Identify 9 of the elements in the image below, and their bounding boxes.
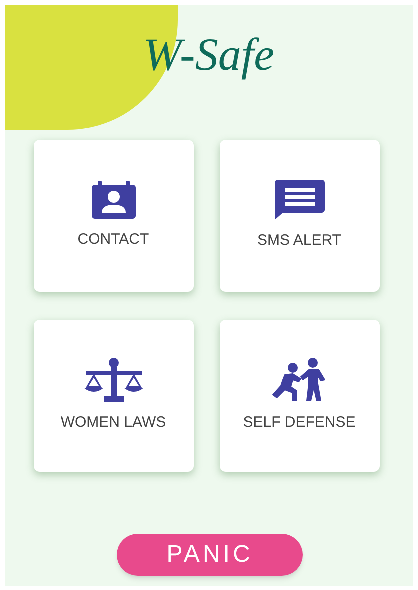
menu-tile[interactable]: WOMEN LAWS xyxy=(34,320,194,472)
two-figures-icon xyxy=(270,358,328,402)
message-icon xyxy=(274,180,324,220)
contact-card-icon xyxy=(92,180,136,219)
menu-tile[interactable]: SMS ALERT xyxy=(220,140,380,292)
menu-tile[interactable]: SELF DEFENSE xyxy=(220,320,380,472)
scales-icon xyxy=(84,358,144,402)
menu-tile[interactable]: CONTACT xyxy=(34,140,194,292)
panic-button[interactable]: PANIC xyxy=(117,534,303,576)
